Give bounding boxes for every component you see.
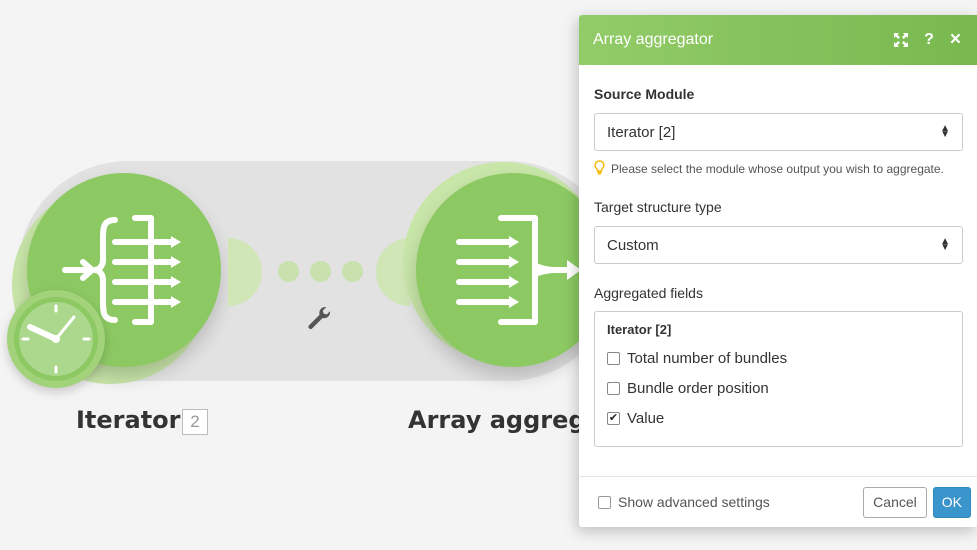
module-id-badge: 2 [182,409,208,435]
source-module-label: Source Module [594,86,695,102]
checkbox-checked[interactable]: ✔ [607,412,620,425]
target-structure-select[interactable]: Custom ▲ ▼ [594,226,963,264]
aggregated-fields-box: Iterator [2] Total number of bundles Bun… [594,311,963,447]
advanced-settings-checkbox[interactable] [598,495,611,509]
connection-dot [310,261,331,282]
target-structure-value: Custom [607,236,659,254]
connection-dot [342,261,363,282]
panel-footer: Show advanced settings Cancel OK [579,476,977,527]
clock-icon[interactable] [7,290,105,388]
wrench-icon[interactable] [305,304,333,337]
field-option-label: Total number of bundles [627,350,788,367]
aggregated-fields-label: Aggregated fields [594,285,703,301]
select-caret-icon: ▲ ▼ [940,123,950,140]
help-icon[interactable]: ? [924,31,934,49]
checkbox[interactable] [607,352,620,365]
close-icon[interactable]: × [950,29,961,51]
source-module-select[interactable]: Iterator [2] ▲ ▼ [594,113,963,151]
aggregated-group-title: Iterator [2] [607,322,672,337]
advanced-settings-label: Show advanced settings [618,494,770,510]
field-option-total-bundles[interactable]: Total number of bundles [607,350,950,367]
panel-title: Array aggregator [593,31,714,48]
advanced-settings-toggle[interactable]: Show advanced settings [598,494,863,510]
panel-header: Array aggregator ? × [579,15,977,65]
array-aggregator-panel: Array aggregator ? × Source Module Itera… [579,15,977,527]
lightbulb-icon [594,160,605,178]
field-option-value[interactable]: ✔ Value [607,410,950,427]
panel-body: Source Module Iterator [2] ▲ ▼ Please sel… [579,86,977,447]
iterator-module-label: Iterator [76,406,181,434]
array-aggregator-icon [456,215,581,325]
source-module-hint: Please select the module whose output yo… [594,160,963,178]
cancel-button[interactable]: Cancel [863,486,927,518]
target-structure-label: Target structure type [594,199,722,215]
select-caret-icon: ▲ ▼ [940,236,950,253]
field-option-bundle-order[interactable]: Bundle order position [607,380,950,397]
field-option-label: Value [627,410,665,427]
connection-dot [278,261,299,282]
field-option-label: Bundle order position [627,380,769,397]
source-module-value: Iterator [2] [607,123,676,141]
connection-dots [278,261,363,282]
ok-button[interactable]: OK [932,486,971,518]
expand-icon[interactable] [894,33,909,47]
hint-text: Please select the module whose output yo… [611,162,944,176]
checkbox[interactable] [607,382,620,395]
panel-toolbar: ? × [894,29,961,51]
aggregator-module-label: Array aggrega [408,406,602,434]
